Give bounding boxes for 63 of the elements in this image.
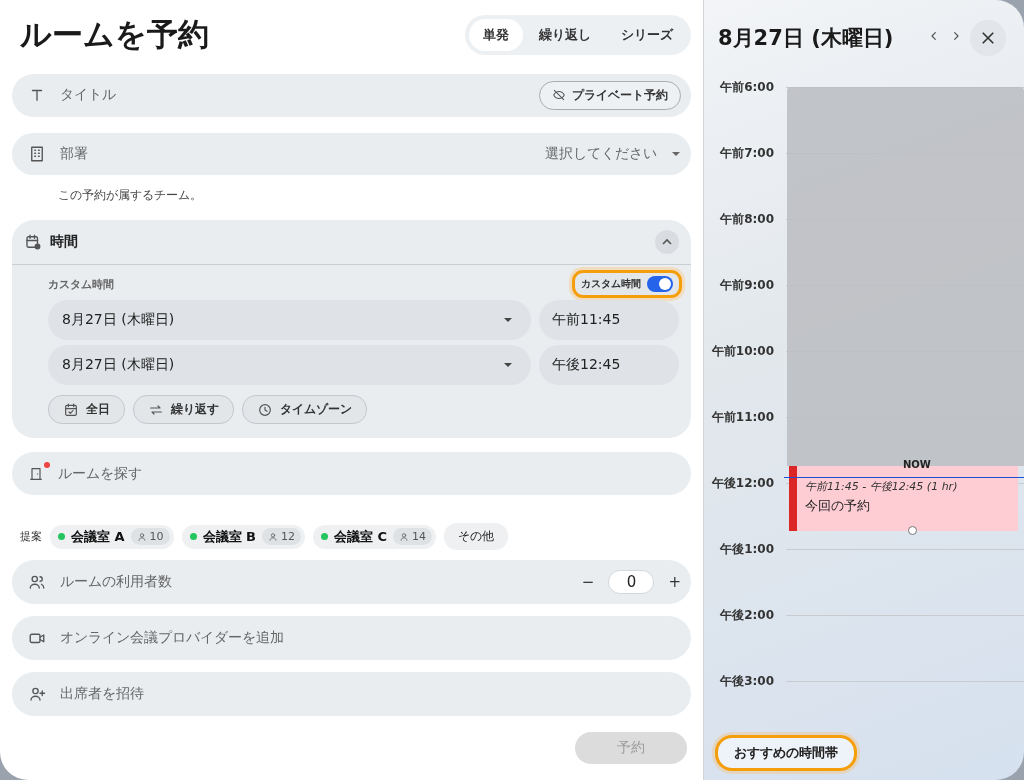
close-button[interactable]	[970, 20, 1006, 56]
time-option-button[interactable]: 繰り返す	[133, 395, 234, 425]
time-option-button[interactable]: 全日	[48, 395, 125, 425]
custom-time-label: カスタム時間	[48, 276, 115, 292]
eye-off-icon	[552, 88, 566, 103]
door-icon	[28, 465, 44, 482]
time-section-heading: 時間	[50, 233, 79, 252]
hour-label: 午前8:00	[719, 211, 774, 227]
hour-label: 午後3:00	[719, 673, 774, 689]
page-title: ルームを予約	[20, 15, 209, 54]
event-time: 午前11:45 - 午後12:45 (1 hr)	[805, 479, 958, 494]
start-date-select[interactable]: 8月27日 (木曜日)	[48, 300, 531, 341]
building-icon	[28, 145, 46, 163]
close-icon	[979, 29, 997, 47]
department-select[interactable]: 部署 選択してください	[12, 132, 691, 176]
event-title: 今回の予約	[805, 497, 871, 515]
mode-tab[interactable]: 繰り返し	[525, 19, 605, 51]
room-search-field[interactable]: ルームを探す	[12, 452, 691, 495]
occupancy-input[interactable]: 0	[608, 570, 655, 594]
end-time-field[interactable]: 午後12:45	[539, 345, 679, 386]
hour-label: 午後12:00	[710, 475, 774, 491]
end-date-select[interactable]: 8月27日 (木曜日)	[48, 345, 531, 386]
room-suggestion-chip[interactable]: 会議室 B 12	[181, 524, 306, 549]
hour-label: 午前11:00	[710, 409, 774, 425]
hour-label: 午後2:00	[719, 607, 774, 623]
increment-button[interactable]: +	[668, 573, 681, 591]
capacity-badge: 12	[262, 528, 302, 545]
people-icon	[28, 573, 46, 591]
hour-label: 午後1:00	[719, 541, 774, 557]
hour-label: 午前6:00	[719, 79, 774, 95]
caret-icon	[503, 362, 513, 369]
start-time-field[interactable]: 午前11:45	[539, 300, 679, 341]
calendar-clock-icon	[24, 233, 42, 252]
person-icon	[268, 531, 279, 542]
private-booking-button[interactable]: プライベート予約	[539, 80, 681, 110]
time-option-button[interactable]: タイムゾーン	[242, 395, 367, 425]
hour-label: 午前9:00	[719, 277, 774, 293]
collapse-button[interactable]	[655, 230, 679, 255]
decrement-button[interactable]: −	[581, 573, 595, 591]
online-meeting-field[interactable]: オンライン会議プロバイダーを追加	[12, 616, 691, 660]
caret-icon	[671, 151, 681, 157]
occupancy-field: ルームの利用者数 − 0 +	[12, 560, 691, 604]
resize-handle[interactable]	[907, 526, 917, 535]
capacity-badge: 14	[393, 528, 433, 545]
calendar-check-icon	[63, 401, 79, 418]
hour-label: 午前7:00	[719, 145, 774, 161]
mode-tab[interactable]: シリーズ	[607, 19, 687, 51]
hour-label: 午前10:00	[710, 343, 774, 359]
room-suggestion-chip[interactable]: 会議室 C 14	[313, 524, 437, 549]
department-hint: この予約が属するチーム。	[58, 187, 203, 205]
person-add-icon	[28, 685, 46, 703]
clock-icon	[257, 401, 273, 418]
invite-attendees-field[interactable]: 出席者を招待	[12, 672, 691, 716]
calendar-date-title: 8月27日 (木曜日)	[718, 25, 895, 52]
suggestions-label: 提案	[20, 529, 42, 544]
room-suggestion-chip[interactable]: 会議室 A 10	[50, 524, 174, 549]
person-icon	[136, 531, 147, 542]
title-field[interactable]: タイトル プライベート予約	[12, 74, 691, 117]
caret-icon	[503, 317, 513, 324]
person-icon	[399, 531, 410, 542]
more-rooms-button[interactable]: その他	[444, 523, 509, 550]
capacity-badge: 10	[130, 528, 170, 545]
mode-tab[interactable]: 単発	[469, 19, 523, 51]
